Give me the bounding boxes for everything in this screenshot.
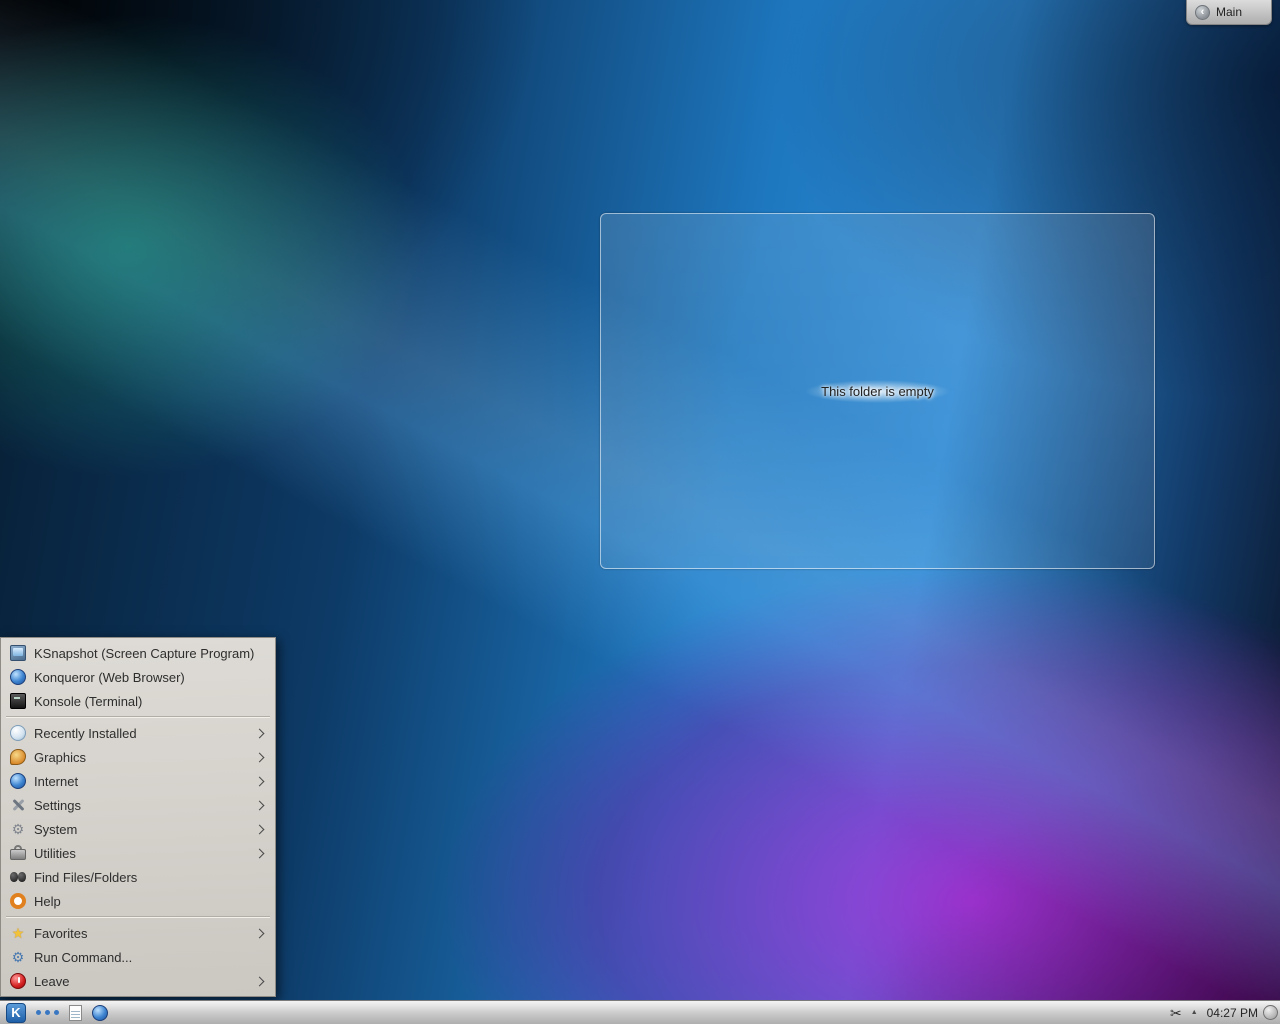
leave-power-icon [10, 973, 26, 989]
recently-installed-icon [10, 725, 26, 741]
desktop: ‹ Main This folder is empty KSnapshot (S… [0, 0, 1280, 1024]
menu-item-favorites[interactable]: ★ Favorites [1, 921, 275, 945]
graphics-palette-icon [10, 749, 26, 765]
folder-view-widget[interactable]: This folder is empty [600, 213, 1155, 569]
menu-separator [6, 716, 270, 718]
konsole-terminal-icon [10, 693, 26, 709]
internet-globe-icon [10, 773, 26, 789]
menu-item-find-files[interactable]: Find Files/Folders [1, 865, 275, 889]
back-icon-glyph: ‹ [1201, 6, 1205, 19]
back-icon: ‹ [1195, 5, 1210, 20]
menu-item-konqueror[interactable]: Konqueror (Web Browser) [1, 665, 275, 689]
favorites-star-icon: ★ [10, 925, 26, 941]
menu-item-label: Help [34, 894, 266, 909]
activity-tab[interactable]: ‹ Main [1186, 0, 1272, 25]
menu-item-label: Konqueror (Web Browser) [34, 670, 266, 685]
submenu-arrow-icon [255, 848, 265, 858]
menu-item-label: Recently Installed [34, 726, 256, 741]
tray-expand-icon[interactable]: ▲ [1191, 1009, 1198, 1016]
activity-tab-label: Main [1216, 5, 1242, 19]
menu-item-graphics[interactable]: Graphics [1, 745, 275, 769]
taskbar-panel: K ✂ ▲ 04:27 PM [0, 1000, 1280, 1024]
settings-tools-icon [10, 797, 26, 813]
submenu-arrow-icon [255, 976, 265, 986]
menu-item-internet[interactable]: Internet [1, 769, 275, 793]
find-binoculars-icon [10, 869, 26, 885]
konqueror-globe-icon [10, 669, 26, 685]
menu-item-utilities[interactable]: Utilities [1, 841, 275, 865]
menu-item-ksnapshot[interactable]: KSnapshot (Screen Capture Program) [1, 641, 275, 665]
menu-item-label: Find Files/Folders [34, 870, 266, 885]
pager-dots-icon[interactable] [36, 1010, 59, 1015]
menu-item-label: Konsole (Terminal) [34, 694, 266, 709]
menu-item-settings[interactable]: Settings [1, 793, 275, 817]
notes-icon[interactable] [69, 1005, 82, 1021]
submenu-arrow-icon [255, 728, 265, 738]
run-command-gear-icon: ⚙ [10, 949, 26, 965]
submenu-arrow-icon [255, 800, 265, 810]
ksnapshot-icon [10, 645, 26, 661]
system-gear-icon: ⚙ [10, 821, 26, 837]
ksnapshot-tray-icon[interactable]: ✂ [1170, 1003, 1182, 1023]
kmenu-launcher-button[interactable]: K [6, 1003, 26, 1023]
menu-item-label: Favorites [34, 926, 256, 941]
menu-item-label: Internet [34, 774, 256, 789]
panel-right-group: ✂ ▲ 04:27 PM [1170, 1003, 1274, 1023]
application-menu: KSnapshot (Screen Capture Program) Konqu… [0, 637, 276, 997]
menu-item-label: System [34, 822, 256, 837]
menu-item-label: Graphics [34, 750, 256, 765]
submenu-arrow-icon [255, 928, 265, 938]
menu-item-label: Run Command... [34, 950, 266, 965]
submenu-arrow-icon [255, 752, 265, 762]
menu-item-label: KSnapshot (Screen Capture Program) [34, 646, 266, 661]
kde-logo-icon: K [11, 1005, 20, 1020]
clock[interactable]: 04:27 PM [1207, 1006, 1258, 1020]
menu-item-leave[interactable]: Leave [1, 969, 275, 993]
menu-item-konsole[interactable]: Konsole (Terminal) [1, 689, 275, 713]
menu-item-label: Settings [34, 798, 256, 813]
menu-separator [6, 916, 270, 918]
submenu-arrow-icon [255, 824, 265, 834]
panel-toolbox-icon[interactable] [1263, 1005, 1278, 1020]
menu-item-recently-installed[interactable]: Recently Installed [1, 721, 275, 745]
web-browser-icon[interactable] [92, 1005, 108, 1021]
folder-empty-text: This folder is empty [805, 380, 950, 403]
menu-item-label: Utilities [34, 846, 256, 861]
menu-item-label: Leave [34, 974, 256, 989]
utilities-toolbox-icon [10, 845, 26, 861]
submenu-arrow-icon [255, 776, 265, 786]
menu-item-run-command[interactable]: ⚙ Run Command... [1, 945, 275, 969]
menu-item-system[interactable]: ⚙ System [1, 817, 275, 841]
help-lifebuoy-icon [10, 893, 26, 909]
menu-item-help[interactable]: Help [1, 889, 275, 913]
